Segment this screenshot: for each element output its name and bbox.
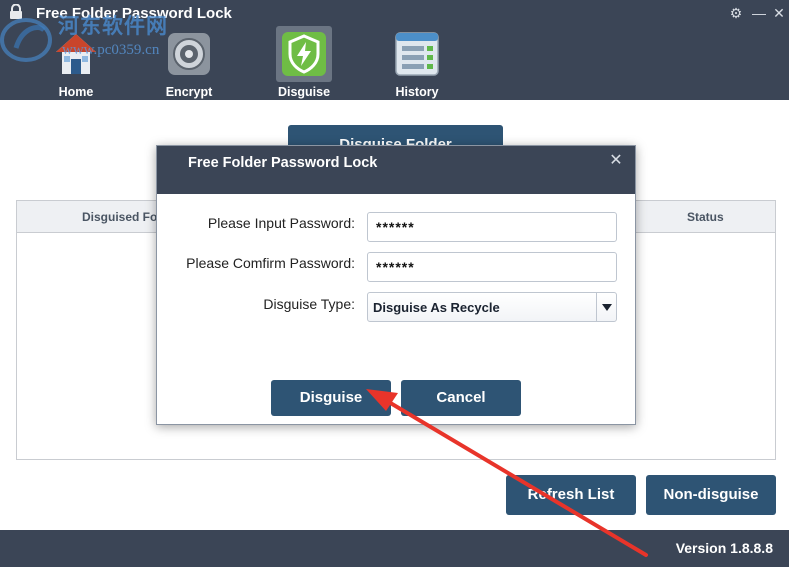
safe-lock-icon bbox=[161, 26, 217, 82]
password-dialog: Free Folder Password Lock ✕ Please Input… bbox=[156, 145, 636, 425]
confirm-password-label: Please Comfirm Password: bbox=[186, 255, 355, 271]
column-disguised-folder[interactable]: Disguised Fo bbox=[82, 201, 157, 233]
nav-encrypt-label: Encrypt bbox=[165, 85, 213, 99]
cancel-button[interactable]: Cancel bbox=[401, 380, 521, 416]
disguise-button[interactable]: Disguise bbox=[271, 380, 391, 416]
refresh-list-button[interactable]: Refresh List bbox=[506, 475, 636, 515]
close-window-button[interactable]: ✕ bbox=[770, 4, 788, 22]
non-disguise-button[interactable]: Non-disguise bbox=[646, 475, 776, 515]
column-status[interactable]: Status bbox=[687, 201, 724, 233]
minimize-button[interactable]: — bbox=[750, 4, 768, 22]
dialog-title: Free Folder Password Lock bbox=[188, 155, 378, 171]
dialog-titlebar[interactable]: Free Folder Password Lock ✕ bbox=[157, 146, 635, 194]
nav-disguise[interactable]: Disguise bbox=[265, 26, 343, 100]
watermark-text: 河东软件网 bbox=[58, 14, 168, 38]
shield-bolt-icon bbox=[276, 26, 332, 82]
settings-gear-icon[interactable]: ⚙ bbox=[727, 4, 745, 22]
dialog-close-icon[interactable]: ✕ bbox=[607, 150, 625, 170]
status-footer: Version 1.8.8.8 bbox=[0, 530, 789, 567]
list-history-icon bbox=[389, 26, 445, 82]
nav-history[interactable]: History bbox=[378, 26, 456, 100]
nav-disguise-label: Disguise bbox=[277, 85, 331, 99]
disguise-type-label: Disguise Type: bbox=[263, 296, 355, 312]
disguise-type-value: Disguise As Recycle bbox=[373, 300, 500, 315]
watermark-url: www.pc0359.cn bbox=[62, 42, 160, 58]
version-label: Version 1.8.8.8 bbox=[675, 540, 773, 556]
dropdown-arrow-icon[interactable] bbox=[596, 293, 616, 321]
disguise-type-select[interactable]: Disguise As Recycle bbox=[367, 292, 617, 322]
app-header: Free Folder Password Lock ⚙ — ✕ Home Enc… bbox=[0, 0, 789, 100]
password-input[interactable]: ****** bbox=[367, 212, 617, 242]
nav-home-label: Home bbox=[58, 85, 94, 99]
nav-history-label: History bbox=[395, 85, 439, 99]
password-label: Please Input Password: bbox=[207, 215, 355, 231]
confirm-password-input[interactable]: ****** bbox=[367, 252, 617, 282]
watermark-logo-icon bbox=[0, 18, 52, 62]
